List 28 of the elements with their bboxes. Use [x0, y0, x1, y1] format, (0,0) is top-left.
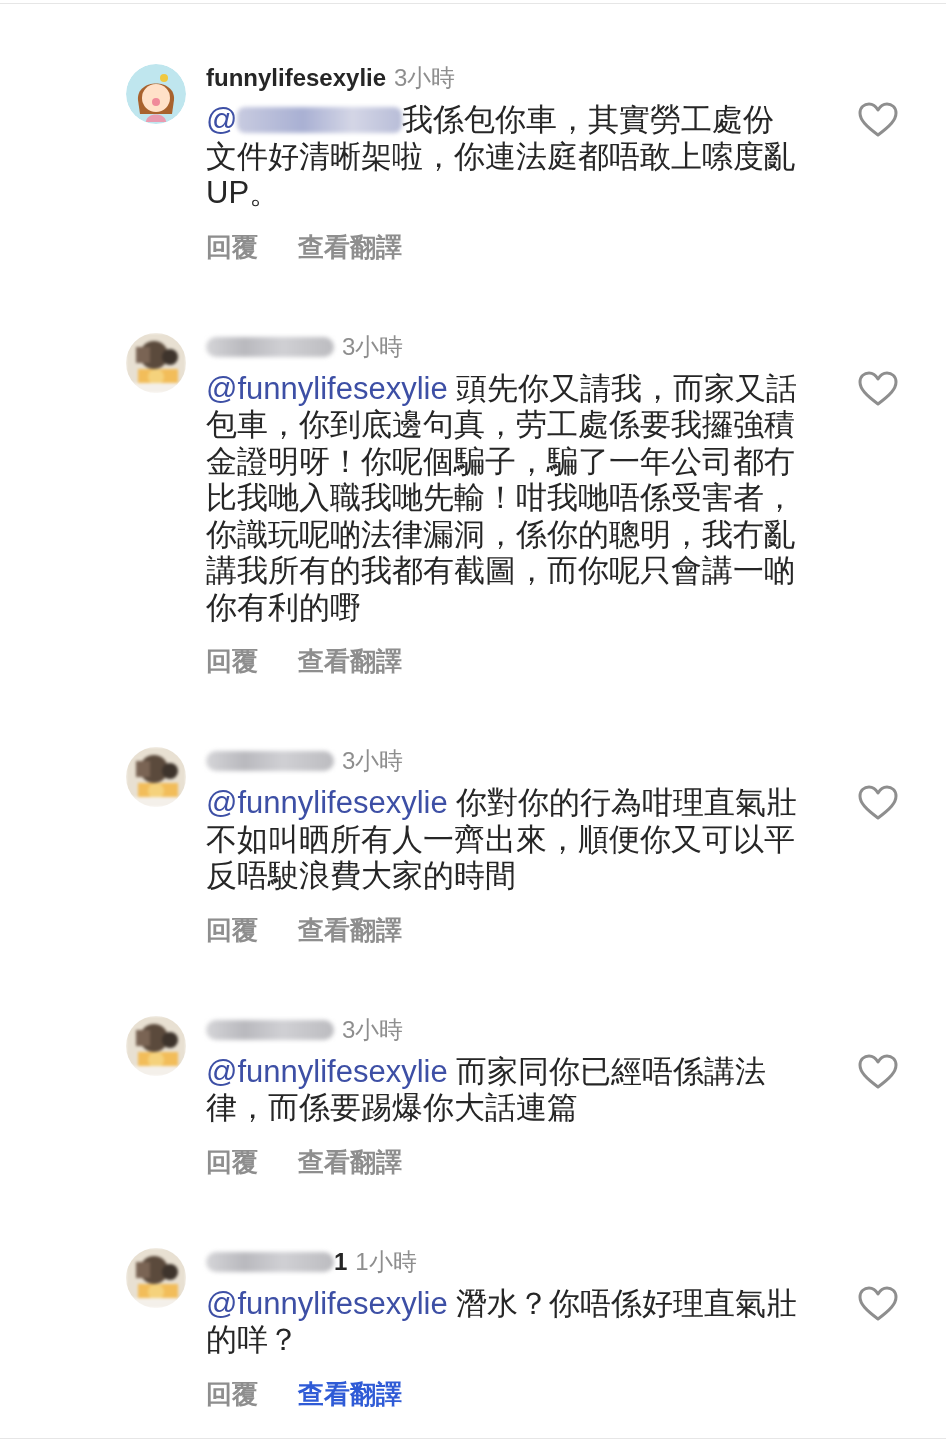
comment-text: @funnylifesexylie 潛水？你唔係好理直氣壯的咩？	[206, 1285, 798, 1359]
username[interactable]: 1	[334, 1247, 348, 1276]
reply-link[interactable]: 回覆	[206, 229, 258, 265]
heart-icon[interactable]	[858, 370, 898, 407]
heart-icon[interactable]	[858, 1053, 898, 1090]
avatar-icon[interactable]	[126, 64, 186, 124]
translate-link[interactable]: 查看翻譯	[298, 912, 402, 948]
heart-icon[interactable]	[858, 1285, 898, 1322]
comment-text: @funnylifesexylie 頭先你又請我，而家又話包車，你到底邊句真，劳工處係要我攞強積金證明呀！你呢個騙子，騙了一年公司都冇比我哋入職我哋先輸！咁我哋唔係受害者，你識玩呢啲法律漏洞，係你的聰明，我冇亂講我所有的我都有截圖，而你呢只會講一啲你有利的嘢	[206, 370, 798, 626]
timestamp: 3小時	[394, 63, 456, 93]
translate-link[interactable]: 查看翻譯	[298, 1144, 402, 1180]
translate-link[interactable]: 查看翻譯	[298, 644, 402, 679]
timestamp: 3小時	[342, 746, 404, 776]
timestamp: 3小時	[342, 1014, 404, 1045]
heart-icon[interactable]	[858, 785, 898, 821]
comment-text: @funnylifesexylie 而家同你已經唔係講法律，而係要踢爆你大話連篇	[206, 1053, 768, 1127]
reply-link[interactable]: 回覆	[206, 644, 258, 679]
reply-link[interactable]: 回覆	[206, 1144, 258, 1180]
translate-link[interactable]: 查看翻譯	[298, 229, 402, 265]
reply-link[interactable]: 回覆	[206, 912, 258, 948]
heart-icon[interactable]	[858, 102, 898, 138]
timestamp: 3小時	[342, 331, 404, 362]
username[interactable]: funnylifesexylie	[206, 64, 387, 92]
timestamp: 1小時	[355, 1246, 417, 1277]
comment-text: @ 我係包你車，其實勞工處份文件好清晰架啦，你連法庭都唔敢上嗦度亂UP。	[206, 102, 796, 212]
comment-text: @funnylifesexylie 你對你的行為咁理直氣壯不如叫晒所有人一齊出來，順便你又可以平反唔駛浪費大家的時間	[206, 785, 798, 895]
translate-link[interactable]: 查看翻譯	[298, 1376, 402, 1412]
reply-link[interactable]: 回覆	[206, 1376, 258, 1412]
